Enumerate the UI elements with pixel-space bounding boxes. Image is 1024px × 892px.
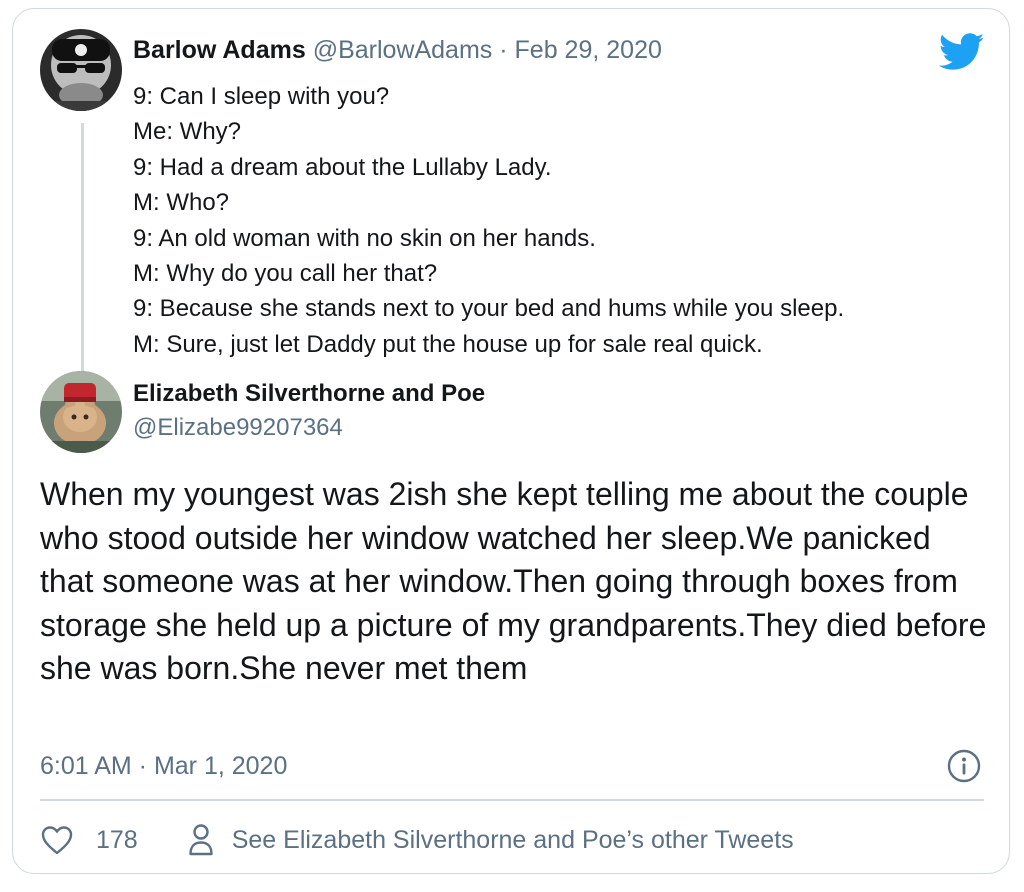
twitter-bird-icon[interactable] <box>939 33 985 71</box>
tweet-text: When my youngest was 2ish she kept telli… <box>40 476 987 687</box>
person-icon <box>189 824 213 856</box>
barlow-adams-avatar[interactable] <box>40 29 122 111</box>
see-other-tweets-label: See Elizabeth Silverthorne and Poe’s oth… <box>231 825 794 854</box>
quoted-tweet-header: Barlow Adams @BarlowAdams · Feb 29, 2020 <box>133 35 662 65</box>
tweet-timestamp[interactable]: 6:01 AM · Mar 1, 2020 <box>40 751 287 781</box>
separator-dot: · <box>499 36 508 64</box>
tweet-card: Barlow Adams @BarlowAdams · Feb 29, 2020… <box>12 8 1010 874</box>
quoted-author-name[interactable]: Barlow Adams <box>133 36 306 64</box>
like-count: 178 <box>96 825 138 854</box>
quoted-line: M: Why do you call her that? <box>133 259 438 287</box>
heart-icon <box>41 826 73 855</box>
quoted-line: 9: Had a dream about the Lullaby Lady. <box>133 153 552 181</box>
elizabeth-avatar[interactable] <box>40 371 122 453</box>
divider <box>40 799 984 801</box>
quoted-line: Me: Why? <box>133 118 242 146</box>
tweet-actions: 178 See Elizabeth Silverthorne and Poe’s… <box>40 821 794 859</box>
author-handle[interactable]: @Elizabe99207364 <box>133 413 343 443</box>
see-other-tweets-link[interactable]: See Elizabeth Silverthorne and Poe’s oth… <box>188 823 794 857</box>
author-name[interactable]: Elizabeth Silverthorne and Poe <box>133 379 485 409</box>
quoted-line: 9: Can I sleep with you? <box>133 83 390 110</box>
thread-line <box>81 123 84 373</box>
quoted-tweet-date[interactable]: Feb 29, 2020 <box>515 36 662 64</box>
like-button[interactable]: 178 <box>40 824 138 856</box>
quoted-line: 9: Because she stands next to your bed a… <box>133 295 845 323</box>
quoted-line: M: Sure, just let Daddy put the house up… <box>133 330 763 358</box>
info-icon[interactable] <box>947 749 981 783</box>
quoted-line: 9: An old woman with no skin on her hand… <box>133 224 596 252</box>
quoted-line: M: Who? <box>133 189 230 217</box>
quoted-author-handle[interactable]: @BarlowAdams <box>313 36 493 64</box>
quoted-tweet-text: 9: Can I sleep with you? Me: Why? 9: Had… <box>133 79 844 362</box>
